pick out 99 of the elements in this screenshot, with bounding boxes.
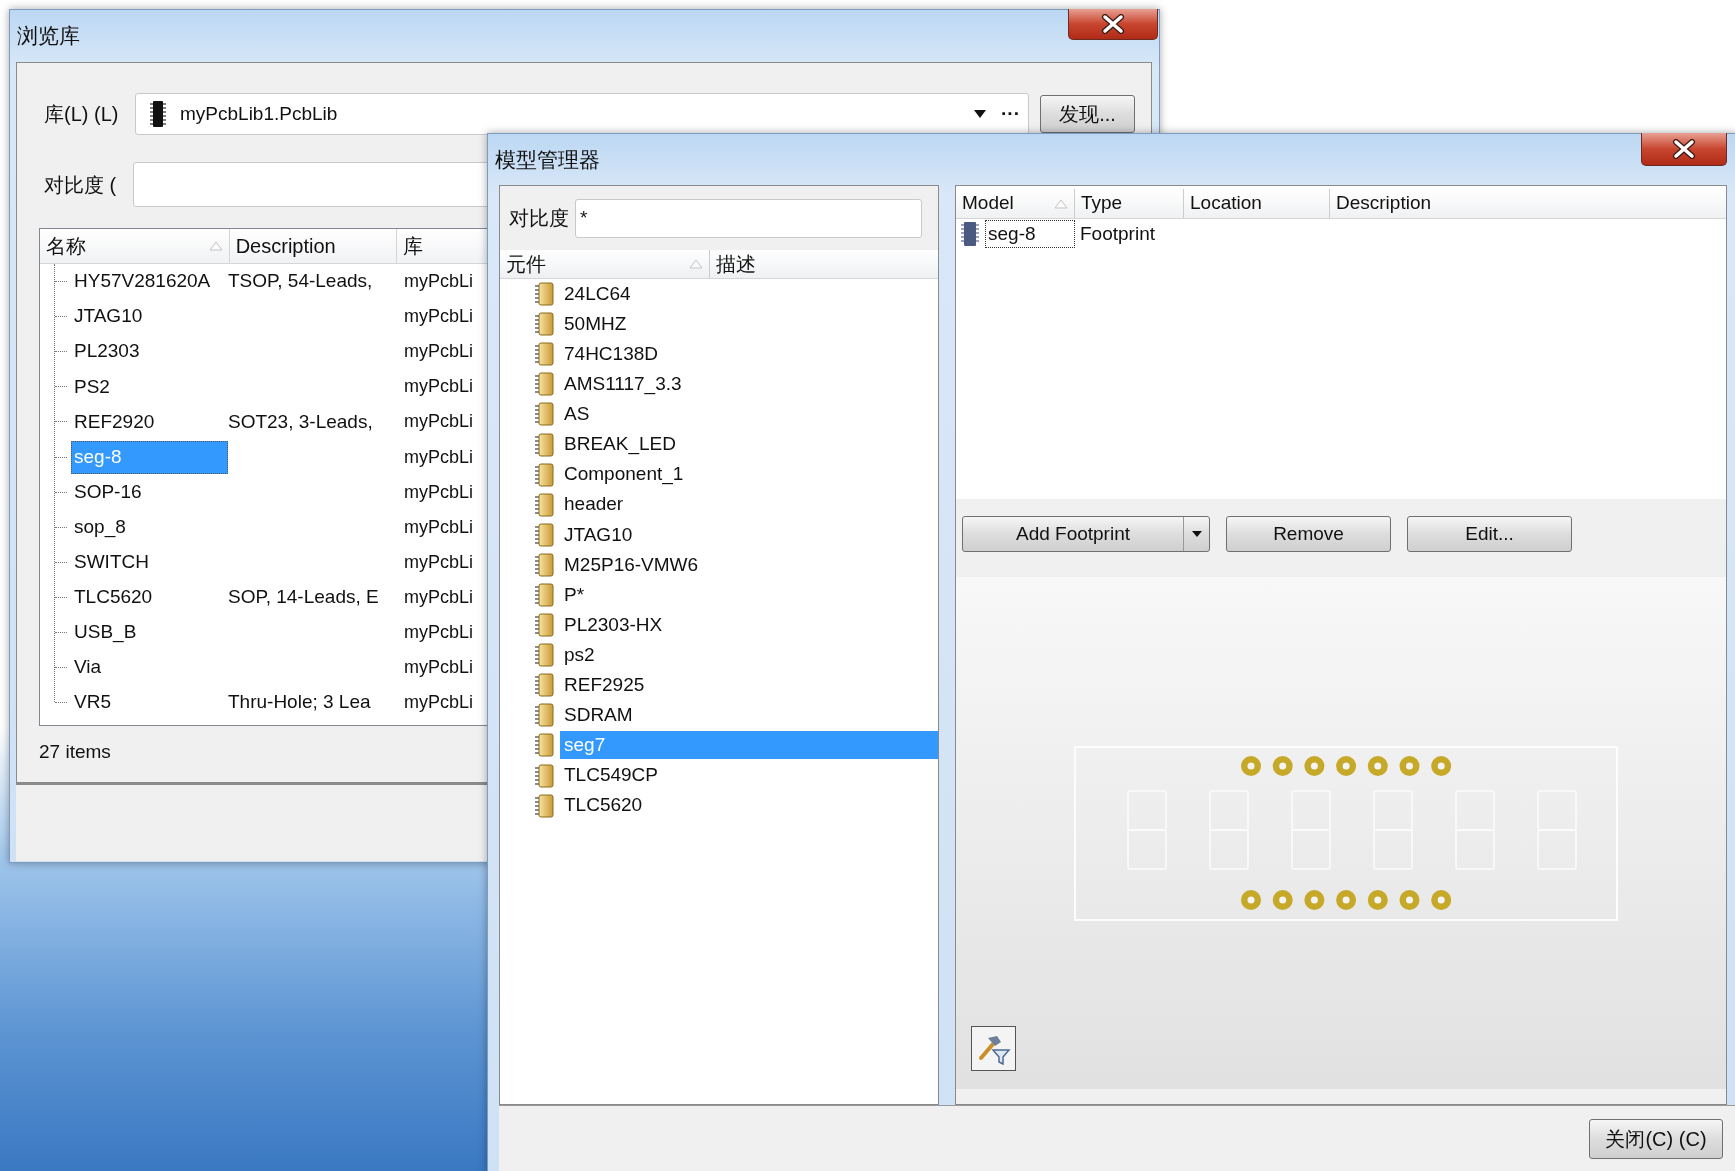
chip-icon bbox=[150, 100, 166, 128]
filter-label: 对比度 ( bbox=[43, 172, 118, 198]
browse-button[interactable]: ··· bbox=[1001, 99, 1020, 129]
chip-icon bbox=[960, 221, 980, 247]
component-item[interactable]: PL2303-HX bbox=[560, 611, 938, 640]
item-count: 27 items bbox=[39, 740, 111, 764]
library-cell-text: myPcbLi bbox=[404, 515, 474, 539]
library-label: 库(L) (L) bbox=[43, 102, 120, 127]
component-name[interactable]: sop_8 bbox=[71, 510, 228, 544]
chip-icon bbox=[534, 372, 554, 397]
chip-icon bbox=[534, 552, 554, 577]
chip-icon bbox=[534, 673, 554, 698]
chip-icon bbox=[534, 402, 554, 427]
find-button[interactable]: 发现... bbox=[1040, 95, 1135, 133]
chip-icon bbox=[534, 492, 554, 517]
close-button[interactable]: 关闭(C) (C) bbox=[1589, 1119, 1723, 1159]
chip-icon bbox=[534, 793, 554, 818]
chip-icon bbox=[534, 432, 554, 457]
component-name[interactable]: HY57V281620A bbox=[71, 265, 228, 299]
column-header[interactable]: Model bbox=[962, 189, 1014, 218]
component-name[interactable]: REF2920 bbox=[71, 405, 228, 439]
library-cell-text: myPcbLi bbox=[404, 410, 474, 434]
component-name[interactable]: TLC5620 bbox=[71, 580, 228, 614]
filter-label: 对比度 bbox=[509, 206, 570, 231]
close-button[interactable] bbox=[1641, 133, 1727, 166]
component-item[interactable]: 24LC64 bbox=[560, 280, 938, 309]
library-cell-text: myPcbLi bbox=[404, 585, 474, 609]
library-cell-text: myPcbLi bbox=[404, 445, 474, 469]
component-name[interactable]: PL2303 bbox=[71, 335, 228, 369]
filter-field[interactable]: * bbox=[575, 198, 922, 238]
caret-icon bbox=[1190, 530, 1203, 538]
component-item[interactable]: REF2925 bbox=[560, 671, 938, 700]
component-item[interactable]: TLC5620 bbox=[560, 791, 938, 820]
component-item[interactable]: AMS1117_3.3 bbox=[560, 370, 938, 399]
chip-icon bbox=[534, 462, 554, 487]
chip-icon bbox=[534, 342, 554, 367]
component-item[interactable]: BREAK_LED bbox=[560, 430, 938, 459]
component-name[interactable]: Via bbox=[71, 651, 228, 685]
column-header[interactable]: Description bbox=[235, 231, 336, 261]
component-name[interactable]: JTAG10 bbox=[71, 300, 228, 334]
close-icon bbox=[1670, 139, 1698, 159]
chip-icon bbox=[534, 643, 554, 668]
tool-button[interactable] bbox=[971, 1026, 1016, 1071]
library-cell-text: myPcbLi bbox=[404, 656, 474, 680]
component-name[interactable]: VR5 bbox=[71, 686, 228, 720]
chip-icon bbox=[534, 583, 554, 607]
component-item[interactable]: M25P16-VMW6 bbox=[560, 550, 938, 579]
caret-icon bbox=[973, 109, 987, 119]
component-item[interactable]: AS bbox=[560, 400, 938, 429]
chip-icon bbox=[534, 703, 554, 728]
description-cell-text: SOT23, 3-Leads, bbox=[228, 409, 374, 434]
library-cell-text: myPcbLi bbox=[404, 340, 474, 364]
library-cell-text: myPcbLi bbox=[404, 621, 474, 644]
library-cell-text: myPcbLi bbox=[404, 480, 474, 504]
description-cell-text: Thru-Hole; 3 Lea bbox=[228, 690, 372, 715]
component-name[interactable]: USB_B bbox=[71, 616, 228, 649]
component-name[interactable]: SOP-16 bbox=[71, 475, 228, 509]
dialog-button[interactable]: Edit... bbox=[1407, 516, 1572, 552]
add-footprint-button[interactable]: Add Footprint bbox=[962, 516, 1210, 552]
component-item[interactable]: P* bbox=[560, 581, 938, 609]
column-header[interactable]: Location bbox=[1190, 189, 1262, 218]
description-cell-text: TSOP, 54-Leads, bbox=[228, 269, 374, 294]
component-item[interactable]: 50MHZ bbox=[560, 310, 938, 339]
dialog-button[interactable]: Remove bbox=[1226, 516, 1391, 552]
chip-icon bbox=[534, 282, 554, 307]
model-type: Footprint bbox=[1080, 221, 1155, 246]
close-button[interactable] bbox=[1068, 9, 1158, 40]
column-header[interactable]: Description bbox=[1336, 189, 1432, 218]
column-header[interactable]: 库 bbox=[403, 231, 424, 261]
column-header[interactable]: 描述 bbox=[716, 249, 756, 279]
component-item[interactable]: header bbox=[560, 490, 938, 519]
window-title: 模型管理器 bbox=[495, 146, 600, 173]
chip-icon bbox=[534, 613, 554, 638]
window-title: 浏览库 bbox=[17, 23, 80, 50]
library-value: myPcbLib1.PcbLib bbox=[180, 101, 339, 126]
library-dropdown[interactable]: myPcbLib1.PcbLib ··· bbox=[135, 93, 1029, 135]
component-name[interactable]: SWITCH bbox=[71, 545, 228, 579]
column-header[interactable]: 名称 bbox=[46, 231, 86, 261]
component-item[interactable]: Component_1 bbox=[560, 460, 938, 489]
column-header[interactable]: 元件 bbox=[506, 249, 546, 279]
component-item[interactable]: TLC549CP bbox=[560, 761, 938, 790]
component-item[interactable]: 74HC138D bbox=[560, 340, 938, 369]
library-cell-text: myPcbLi bbox=[404, 305, 474, 329]
chip-icon bbox=[534, 763, 554, 788]
component-item[interactable]: JTAG10 bbox=[560, 520, 938, 549]
library-cell-text: myPcbLi bbox=[404, 270, 474, 294]
chip-icon bbox=[534, 312, 554, 337]
library-cell-text: myPcbLi bbox=[404, 691, 474, 715]
component-item[interactable]: ps2 bbox=[560, 641, 938, 670]
component-item[interactable]: SDRAM bbox=[560, 701, 938, 730]
model-name[interactable]: seg-8 bbox=[986, 221, 1074, 247]
close-icon bbox=[1099, 14, 1127, 34]
description-cell-text: SOP, 14-Leads, E bbox=[228, 585, 380, 610]
chip-icon bbox=[534, 522, 554, 547]
library-cell-text: myPcbLi bbox=[404, 375, 474, 399]
library-cell-text: myPcbLi bbox=[404, 550, 474, 574]
component-name[interactable]: PS2 bbox=[71, 370, 228, 404]
column-header[interactable]: Type bbox=[1081, 189, 1123, 218]
chip-icon bbox=[534, 733, 554, 758]
